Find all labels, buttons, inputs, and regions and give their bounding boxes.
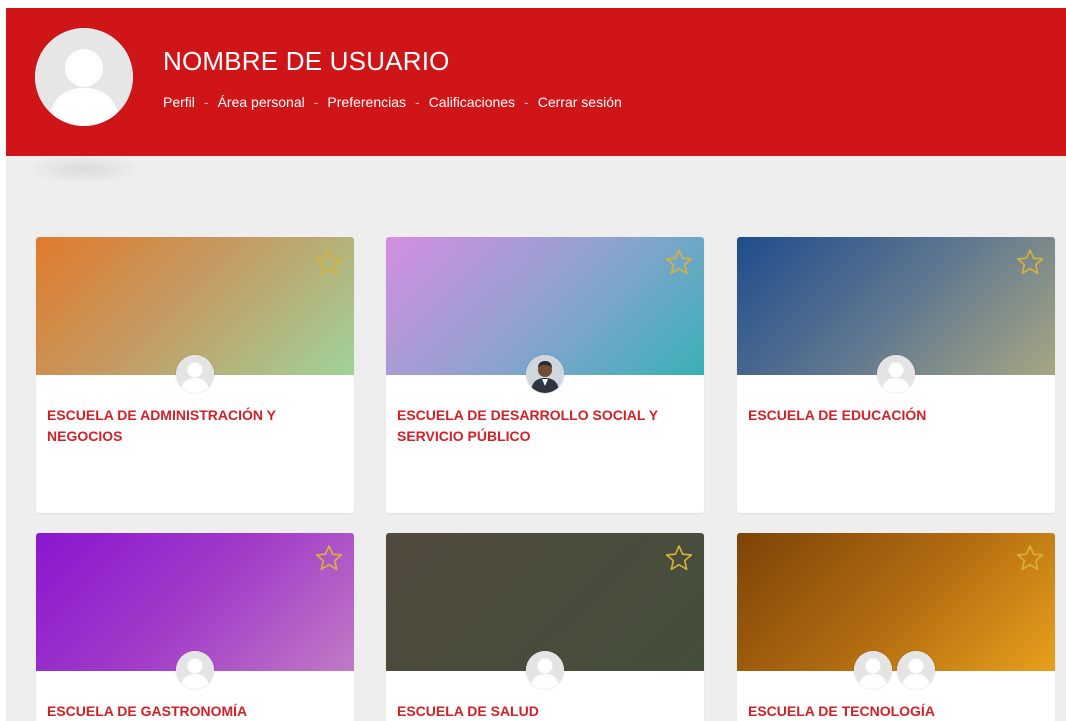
- nav-link-perfil[interactable]: Perfil: [163, 94, 195, 110]
- course-card[interactable]: ESCUELA DE GASTRONOMÍA: [36, 533, 354, 721]
- nav-separator: -: [203, 94, 209, 110]
- course-card[interactable]: ESCUELA DE TECNOLOGÍA: [737, 533, 1055, 721]
- course-card[interactable]: ESCUELA DE ADMINISTRACIÓN Y NEGOCIOS: [36, 237, 354, 513]
- teacher-avatar[interactable]: [877, 355, 915, 393]
- teacher-avatar[interactable]: [897, 651, 935, 689]
- course-banner[interactable]: [737, 533, 1055, 671]
- avatar-shadow: [24, 154, 144, 184]
- star-icon[interactable]: [664, 247, 694, 277]
- star-icon[interactable]: [664, 543, 694, 573]
- user-silhouette-icon: [526, 651, 564, 689]
- course-title[interactable]: ESCUELA DE GASTRONOMÍA: [47, 701, 337, 721]
- nav-link-cerrar-sesion[interactable]: Cerrar sesión: [538, 94, 622, 110]
- nav-link-calificaciones[interactable]: Calificaciones: [429, 94, 515, 110]
- nav-separator: -: [415, 94, 420, 110]
- nav-link-area-personal[interactable]: Área personal: [218, 94, 305, 110]
- teacher-photo-icon: [526, 355, 564, 393]
- course-card[interactable]: ESCUELA DE EDUCACIÓN: [737, 237, 1055, 513]
- star-icon[interactable]: [314, 247, 344, 277]
- star-icon[interactable]: [1015, 543, 1045, 573]
- user-menu: Perfil - Área personal - Preferencias - …: [163, 94, 622, 110]
- user-silhouette-icon: [176, 355, 214, 393]
- user-silhouette-icon: [897, 651, 935, 689]
- teacher-avatar[interactable]: [854, 651, 892, 689]
- course-card[interactable]: ESCUELA DE DESARROLLO SOCIAL Y SERVICIO …: [386, 237, 704, 513]
- teacher-avatar[interactable]: [176, 355, 214, 393]
- user-silhouette-icon: [176, 651, 214, 689]
- star-icon[interactable]: [1015, 247, 1045, 277]
- user-avatar[interactable]: [35, 28, 133, 126]
- nav-link-preferencias[interactable]: Preferencias: [327, 94, 406, 110]
- nav-separator: -: [524, 94, 529, 110]
- course-card[interactable]: ESCUELA DE SALUD: [386, 533, 704, 721]
- user-silhouette-icon: [877, 355, 915, 393]
- teacher-avatar[interactable]: [176, 651, 214, 689]
- teacher-avatar[interactable]: [526, 355, 564, 393]
- user-silhouette-icon: [35, 28, 133, 126]
- course-title[interactable]: ESCUELA DE EDUCACIÓN: [748, 405, 1038, 426]
- course-title[interactable]: ESCUELA DE TECNOLOGÍA: [748, 701, 1038, 721]
- user-header: NOMBRE DE USUARIO Perfil - Área personal…: [6, 8, 1066, 156]
- nav-separator: -: [313, 94, 319, 110]
- user-silhouette-icon: [854, 651, 892, 689]
- page-frame: NOMBRE DE USUARIO Perfil - Área personal…: [6, 8, 1066, 721]
- course-title[interactable]: ESCUELA DE SALUD: [397, 701, 687, 721]
- user-name: NOMBRE DE USUARIO: [163, 46, 450, 76]
- teacher-avatar[interactable]: [526, 651, 564, 689]
- star-icon[interactable]: [314, 543, 344, 573]
- course-title[interactable]: ESCUELA DE ADMINISTRACIÓN Y NEGOCIOS: [47, 405, 337, 447]
- course-title[interactable]: ESCUELA DE DESARROLLO SOCIAL Y SERVICIO …: [397, 405, 687, 447]
